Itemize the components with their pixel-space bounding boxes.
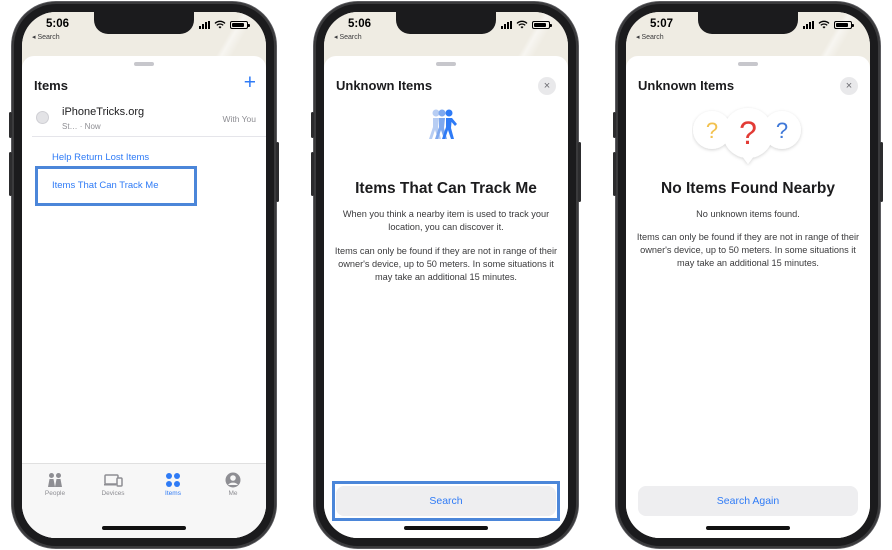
tab-devices[interactable]: Devices — [88, 472, 138, 497]
me-icon — [225, 472, 241, 488]
devices-icon — [104, 474, 123, 487]
description-2: Items can only be found if they are not … — [334, 246, 558, 282]
screen: 5:06 ◂ Search Items + iPhoneTricks.org S… — [22, 12, 266, 538]
battery-icon — [834, 20, 854, 29]
signal-icon — [501, 20, 512, 29]
svg-text:?: ? — [739, 115, 757, 151]
items-that-can-track-me-link[interactable]: Items That Can Track Me — [52, 180, 158, 191]
people-icon — [48, 473, 62, 487]
back-to-search-link[interactable]: ◂ Search — [334, 33, 362, 41]
status-time: 5:07 — [650, 18, 674, 30]
tab-items[interactable]: Items — [148, 472, 198, 497]
description-1: No unknown items found. — [696, 209, 800, 219]
items-sheet: Items + iPhoneTricks.org St… · Now With … — [22, 56, 266, 538]
screen: 5:06 ◂ Search Unknown Items × Items That… — [324, 12, 568, 538]
close-button[interactable]: × — [538, 77, 556, 95]
signal-icon — [803, 20, 814, 29]
screen: 5:07 ◂ Search Unknown Items × ? ? ? No I… — [626, 12, 870, 538]
add-item-button[interactable]: + — [244, 72, 256, 93]
sheet-title: Items — [34, 78, 68, 93]
heading: Items That Can Track Me — [355, 180, 537, 197]
status-icons — [199, 20, 250, 29]
home-indicator[interactable] — [404, 526, 488, 530]
status-icons — [803, 20, 854, 29]
signal-icon — [199, 20, 210, 29]
home-indicator[interactable] — [102, 526, 186, 530]
wifi-icon — [214, 20, 226, 29]
sheet-grabber[interactable] — [738, 62, 758, 66]
highlight-box — [332, 481, 560, 521]
notch — [94, 12, 194, 34]
wifi-icon — [818, 20, 830, 29]
item-avatar-icon — [36, 111, 49, 124]
svg-text:?: ? — [776, 118, 788, 143]
tab-me[interactable]: Me — [208, 472, 258, 497]
sheet-title: Unknown Items — [336, 78, 433, 93]
notch — [396, 12, 496, 34]
no-items-sheet: Unknown Items × ? ? ? No Items Found Nea… — [626, 56, 870, 538]
heading: No Items Found Nearby — [661, 180, 835, 197]
home-indicator[interactable] — [706, 526, 790, 530]
status-time: 5:06 — [348, 18, 372, 30]
item-name: iPhoneTricks.org — [62, 106, 145, 118]
sheet-title: Unknown Items — [638, 78, 735, 93]
phone-no-items-found: 5:07 ◂ Search Unknown Items × ? ? ? No I… — [613, 2, 883, 548]
tab-bar: People Devices Items Me — [22, 463, 266, 538]
item-owner: With You — [222, 114, 256, 124]
tab-label: Items — [165, 490, 181, 497]
sheet-grabber[interactable] — [134, 62, 154, 66]
help-return-lost-items-link[interactable]: Help Return Lost Items — [52, 152, 149, 163]
phone-items: 5:06 ◂ Search Items + iPhoneTricks.org S… — [9, 2, 279, 548]
list-item[interactable]: iPhoneTricks.org St… · Now With You — [32, 100, 266, 137]
question-bubbles-icon: ? ? ? — [693, 108, 801, 164]
item-subtitle: St… · Now — [62, 122, 101, 131]
description-1: When you think a nearby item is used to … — [342, 209, 550, 232]
status-time: 5:06 — [46, 18, 70, 30]
tab-label: People — [44, 490, 66, 497]
battery-icon — [230, 20, 250, 29]
back-to-search-link[interactable]: ◂ Search — [32, 33, 60, 41]
close-button[interactable]: × — [840, 77, 858, 95]
tab-people[interactable]: People — [30, 472, 80, 497]
tab-label: Me — [228, 490, 238, 497]
search-again-button[interactable]: Search Again — [638, 486, 858, 516]
sheet-grabber[interactable] — [436, 62, 456, 66]
back-to-search-link[interactable]: ◂ Search — [636, 33, 664, 41]
items-icon — [166, 473, 180, 487]
phone-unknown-items: 5:06 ◂ Search Unknown Items × Items That… — [311, 2, 581, 548]
battery-icon — [532, 20, 552, 29]
wifi-icon — [516, 20, 528, 29]
walking-person-icon — [429, 109, 457, 139]
tab-label: Devices — [101, 490, 125, 497]
notch — [698, 12, 798, 34]
unknown-items-sheet: Unknown Items × Items That Can Track Me … — [324, 56, 568, 538]
description-2: Items can only be found if they are not … — [636, 232, 860, 268]
svg-text:?: ? — [706, 118, 718, 143]
status-icons — [501, 20, 552, 29]
